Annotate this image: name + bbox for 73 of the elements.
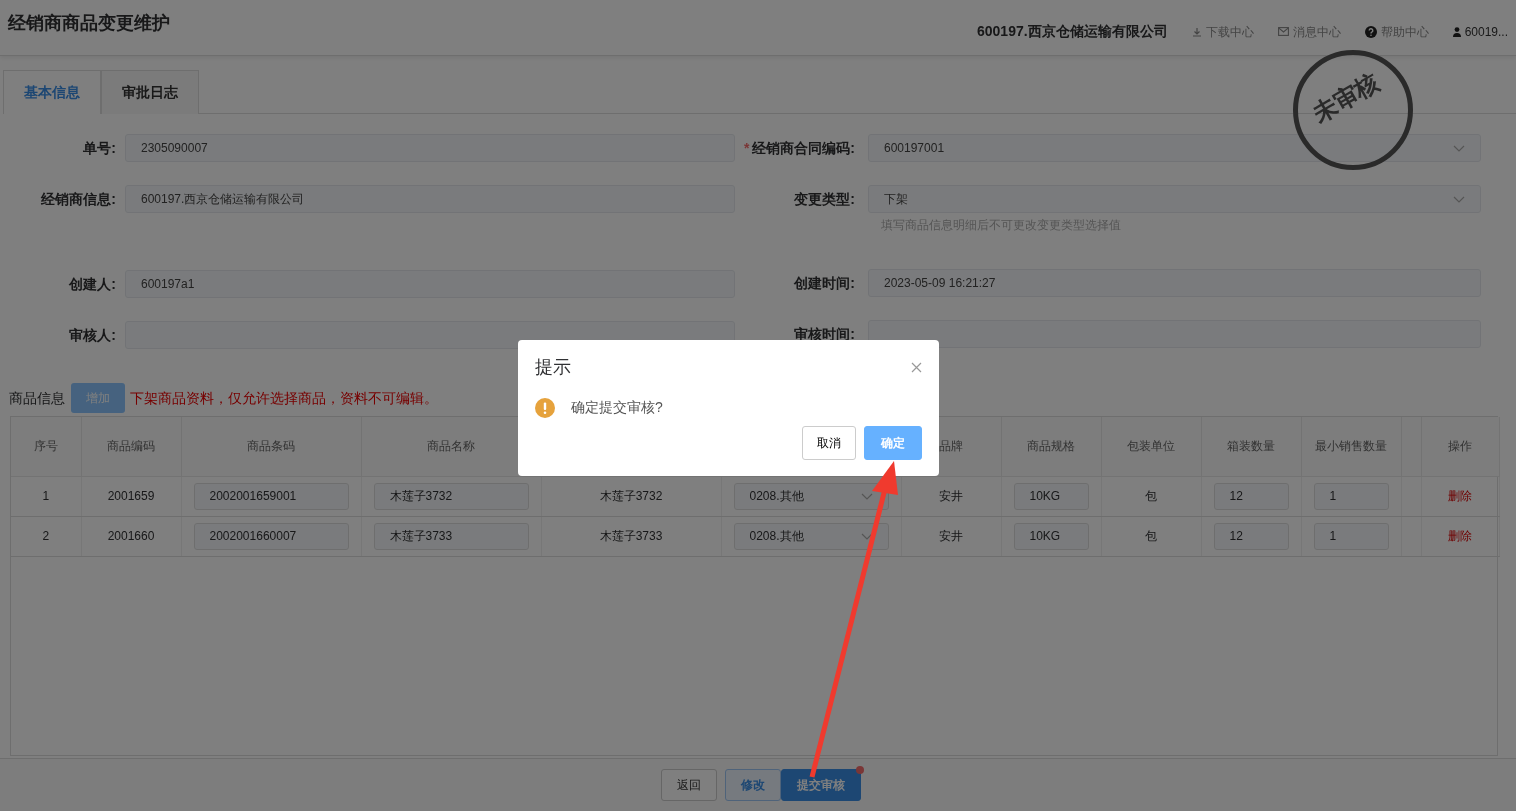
chevron-down-icon [1453, 144, 1465, 152]
input-field[interactable] [125, 321, 735, 349]
warning-icon [535, 397, 555, 418]
field-label: * 经销商合同编码: [742, 138, 856, 158]
field-label: 经销商信息: [40, 189, 117, 209]
tab[interactable]: 基本信息 [3, 70, 101, 114]
page-title: 经销商商品变更维护 [8, 12, 170, 35]
column-header: 包装单位 [1101, 417, 1201, 476]
input-field[interactable]: 2305090007 [125, 134, 735, 162]
notice-text: 下架商品资料，仅允许选择商品，资料不可编辑。 [130, 388, 438, 408]
dialog-title: 提示 [535, 356, 571, 379]
cell-input[interactable]: 10KG [1013, 522, 1089, 550]
required-mark: * [743, 139, 750, 156]
mail-icon [1277, 27, 1289, 36]
cell-select[interactable]: 0208.其他 [733, 482, 889, 510]
cell-input[interactable]: 木莲子3733 [373, 522, 529, 550]
column-header: 商品编码 [81, 417, 181, 476]
footer-button[interactable]: 提交审核 [781, 769, 861, 801]
company-name: 600197.西京仓储运输有限公司 [977, 22, 1168, 41]
header-link[interactable]: 下载中心 [1191, 22, 1254, 41]
field-label: 创建时间: [793, 273, 856, 293]
cell-input[interactable]: 10KG [1013, 482, 1089, 510]
delete-link[interactable]: 删除 [1448, 489, 1472, 503]
column-header: 商品条码 [181, 417, 361, 476]
input-field[interactable]: 600197.西京仓储运输有限公司 [125, 185, 735, 213]
column-header: 操作 [1421, 417, 1499, 476]
dialog-button[interactable]: 取消 [802, 426, 856, 460]
user-icon [1452, 26, 1461, 37]
field-label: 审核时间: [793, 324, 856, 344]
table-cell: 包 [1101, 476, 1201, 516]
field-label: 创建人: [68, 274, 117, 294]
help-icon [1364, 25, 1377, 38]
dialog-button[interactable]: 确定 [864, 426, 922, 460]
header-link[interactable]: 60019... [1452, 22, 1508, 41]
cell-input[interactable]: 2002001659001 [193, 482, 349, 510]
table-cell: 安井 [901, 516, 1001, 556]
input-field[interactable]: 600197a1 [125, 270, 735, 298]
column-header: 最小销售数量 [1301, 417, 1401, 476]
footer-button[interactable]: 返回 [661, 769, 717, 801]
download-icon [1191, 26, 1202, 37]
select-field[interactable]: 下架 [868, 185, 1481, 213]
field-label: 变更类型: [793, 189, 856, 209]
table-cell: 木莲子3733 [541, 516, 721, 556]
delete-link[interactable]: 删除 [1448, 529, 1472, 543]
column-header: 箱装数量 [1201, 417, 1301, 476]
field-label: 审核人: [68, 325, 117, 345]
table-cell: 2 [11, 516, 81, 556]
table-cell: 包 [1101, 516, 1201, 556]
input-field[interactable] [868, 320, 1481, 348]
table-cell: 2001659 [81, 476, 181, 516]
chevron-down-icon [860, 532, 873, 540]
cell-input[interactable]: 12 [1213, 482, 1289, 510]
input-field[interactable]: 2023-05-09 16:21:27 [868, 269, 1481, 297]
table-cell: 1 [11, 476, 81, 516]
chevron-down-icon [860, 492, 873, 500]
cell-input[interactable]: 2002001660007 [193, 522, 349, 550]
cell-input[interactable]: 1 [1313, 522, 1389, 550]
chevron-down-icon [1453, 195, 1465, 203]
header-link[interactable]: 帮助中心 [1364, 22, 1429, 41]
dialog-message: 确定提交审核? [571, 398, 663, 417]
cell-input[interactable]: 木莲子3732 [373, 482, 529, 510]
cell-input[interactable]: 12 [1213, 522, 1289, 550]
footer-button[interactable]: 修改 [725, 769, 781, 801]
table-cell: 2001660 [81, 516, 181, 556]
column-header: 商品规格 [1001, 417, 1101, 476]
select-field[interactable]: 600197001 [868, 134, 1481, 162]
field-label: 单号: [82, 138, 117, 158]
cell-input[interactable]: 1 [1313, 482, 1389, 510]
tab[interactable]: 审批日志 [101, 70, 199, 114]
close-icon[interactable] [911, 362, 922, 373]
section-title: 商品信息 [9, 388, 65, 408]
cell-select[interactable]: 0208.其他 [733, 522, 889, 550]
column-header: 序号 [11, 417, 81, 476]
